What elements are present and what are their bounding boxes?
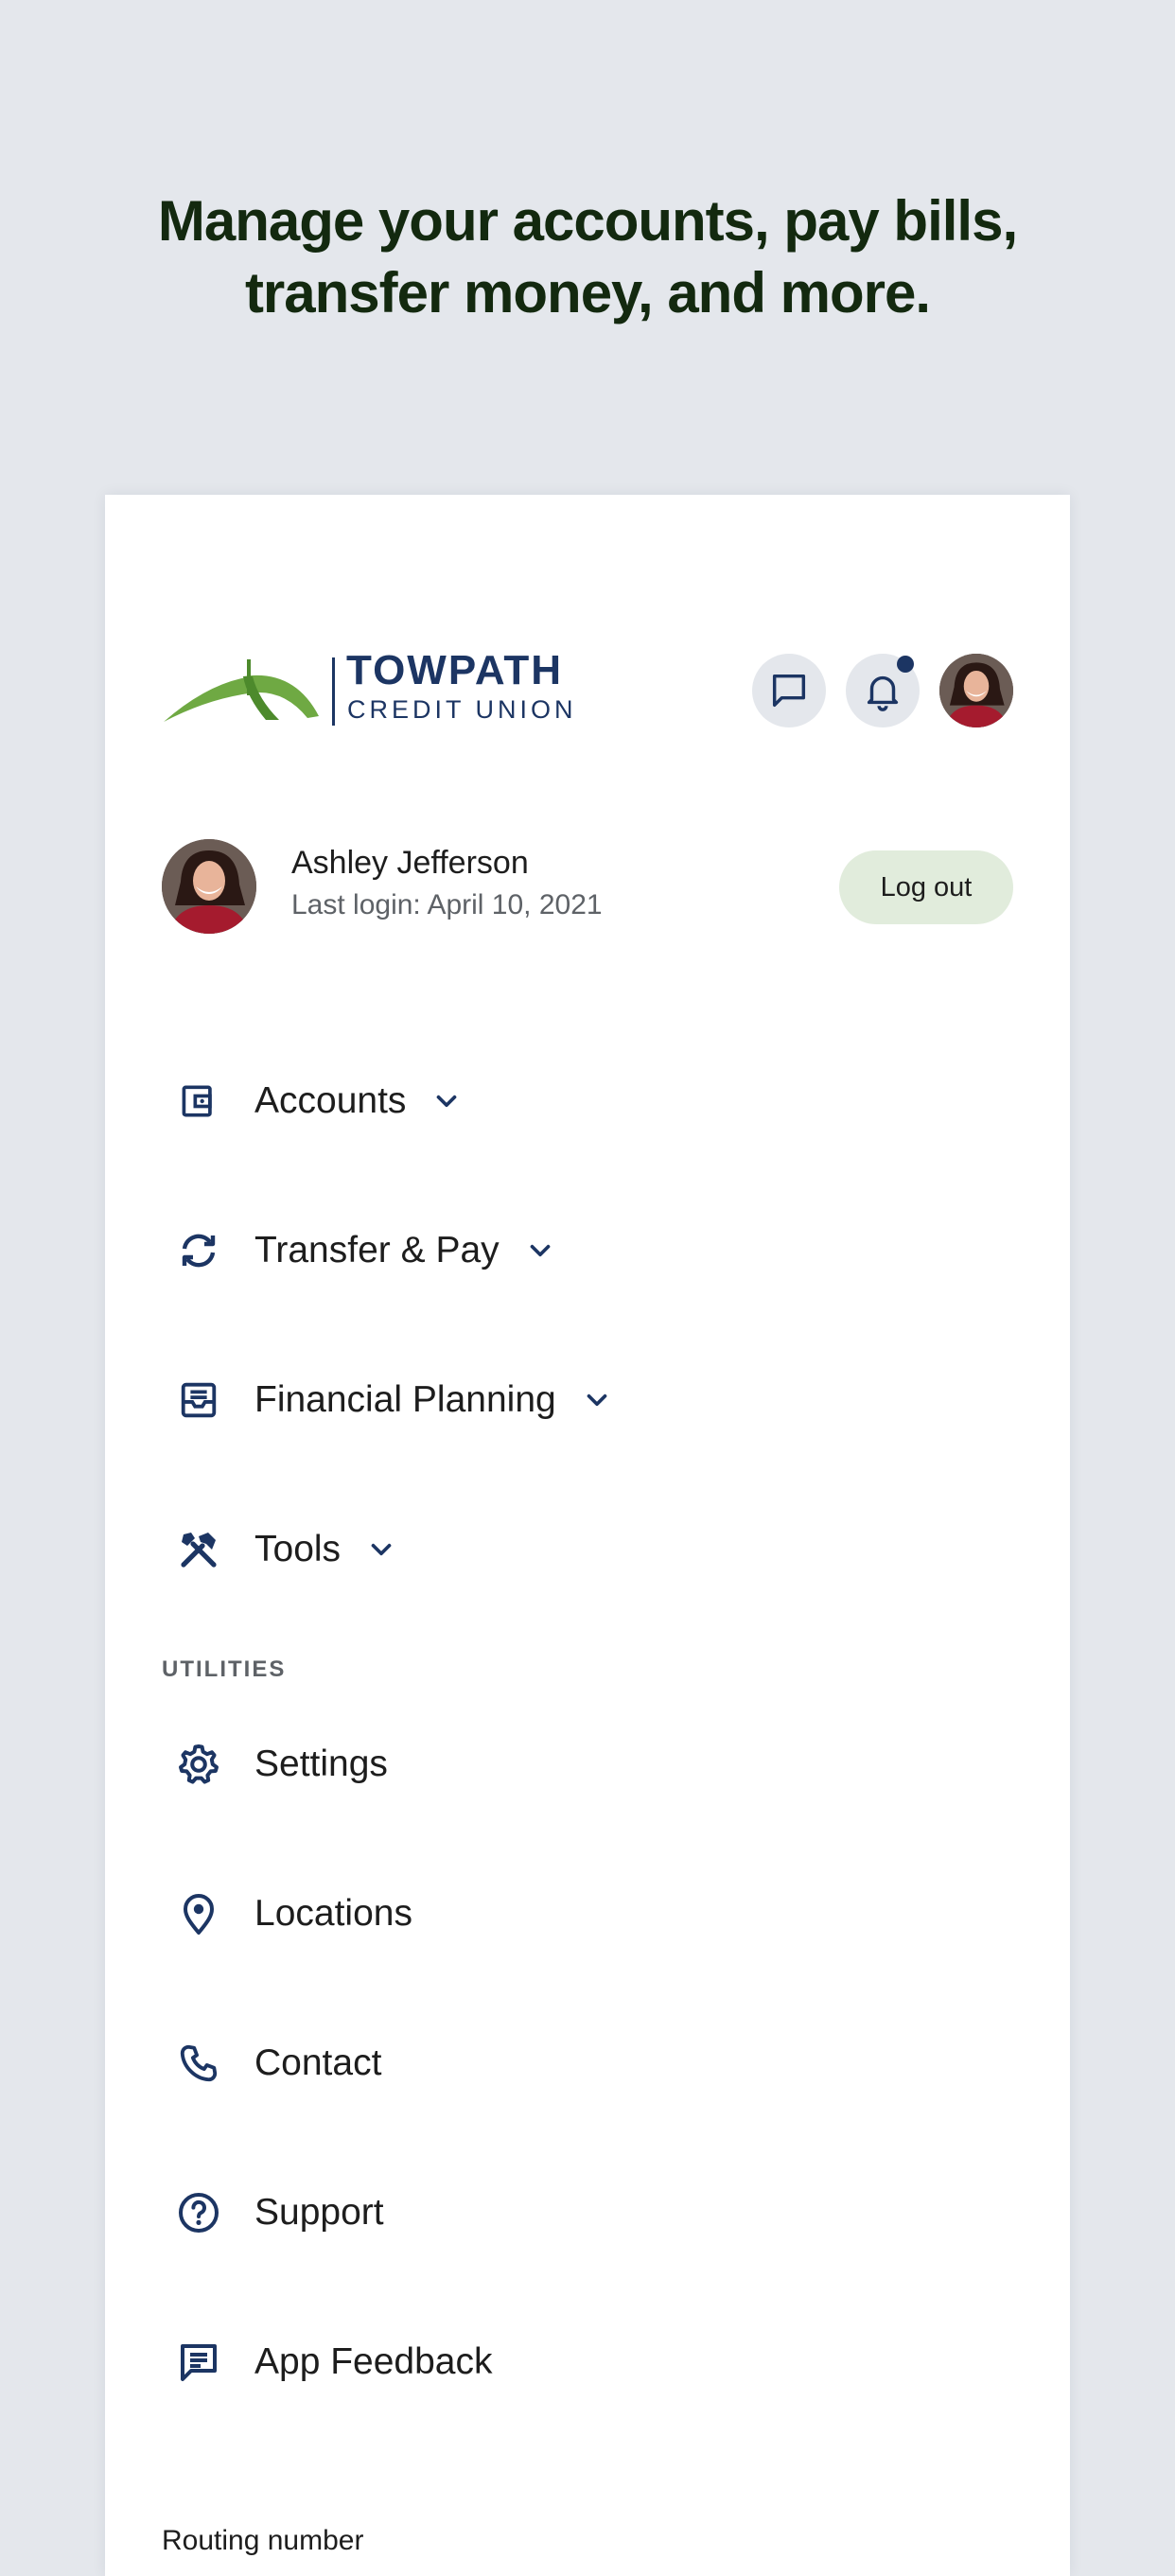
bell-icon [867,675,899,711]
headline-line-1: Manage your accounts, pay bills, [157,189,1018,253]
nav-item-accounts[interactable]: Accounts [162,1059,463,1144]
nav-item-app-feedback[interactable]: App Feedback [162,2320,493,2405]
nav-item-locations[interactable]: Locations [162,1871,412,1956]
nav-label-app-feedback: App Feedback [254,2341,493,2382]
feedback-icon [162,2334,236,2391]
logout-button[interactable]: Log out [839,850,1013,924]
wallet-icon [162,1073,236,1130]
chat-icon [772,674,806,708]
last-login: Last login: April 10, 2021 [291,889,603,920]
nav-item-financial-planning[interactable]: Financial Planning [162,1358,613,1443]
nav-item-support[interactable]: Support [162,2170,384,2255]
location-pin-icon [162,1885,236,1942]
notification-dot [897,656,914,673]
marketing-headline: Manage your accounts, pay bills, transfe… [0,185,1175,329]
nav-label-contact: Contact [254,2042,382,2083]
messages-button[interactable] [752,654,826,727]
help-circle-icon [162,2184,236,2241]
utilities-heading: UTILITIES [162,1656,287,1682]
brand-subname: CREDIT UNION [347,695,577,724]
gear-icon [162,1736,236,1793]
nav-item-transfer-pay[interactable]: Transfer & Pay [162,1208,556,1293]
nav-item-settings[interactable]: Settings [162,1722,388,1807]
brand-name: TOWPATH [346,647,564,693]
chevron-down-icon[interactable] [524,1235,556,1267]
phone-icon [162,2035,236,2092]
nav-label-financial-planning: Financial Planning [254,1379,556,1420]
user-avatar [162,839,256,934]
profile-avatar-button[interactable] [939,654,1013,727]
avatar-image [939,654,1013,727]
chevron-down-icon[interactable] [430,1085,463,1117]
nav-item-contact[interactable]: Contact [162,2021,381,2106]
nav-label-locations: Locations [254,1893,412,1934]
nav-label-accounts: Accounts [254,1080,407,1121]
user-avatar-image [162,839,256,934]
chevron-down-icon[interactable] [581,1384,613,1416]
nav-label-tools: Tools [254,1529,342,1569]
nav-label-support: Support [254,2192,384,2233]
menu-panel: TOWPATH CREDIT UNION Ashley Jefferson La… [105,495,1070,2576]
nav-item-tools[interactable]: Tools [162,1507,397,1592]
headline-line-2: transfer money, and more. [244,261,931,324]
inbox-icon [162,1372,236,1428]
nav-label-transfer-pay: Transfer & Pay [254,1230,500,1270]
chevron-down-icon[interactable] [365,1533,397,1566]
nav-label-settings: Settings [254,1744,388,1784]
routing-number-label: Routing number [162,2525,364,2556]
user-name: Ashley Jefferson [291,845,529,881]
tools-icon [162,1521,236,1578]
sync-icon [162,1222,236,1279]
